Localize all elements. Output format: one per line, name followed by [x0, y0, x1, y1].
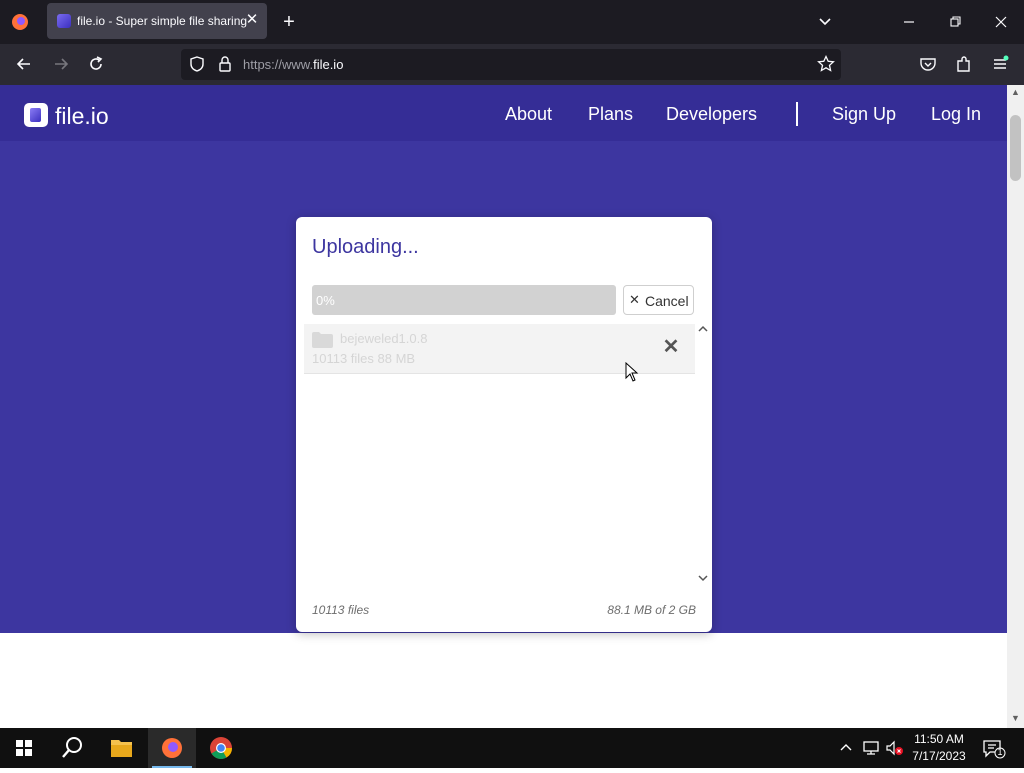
scroll-up-icon[interactable]: ▲: [1010, 87, 1021, 99]
upload-progress-text: 0%: [316, 293, 335, 308]
tab-title: file.io - Super simple file sharing: [77, 14, 248, 28]
notification-count: 1: [997, 747, 1003, 757]
network-icon[interactable]: [862, 739, 880, 757]
files-count: 10113 files: [312, 603, 370, 617]
window-minimize-icon[interactable]: [897, 10, 921, 34]
nav-link-log-in[interactable]: Log In: [931, 104, 981, 125]
windows-start-icon[interactable]: [0, 728, 48, 768]
new-tab-icon[interactable]: +: [278, 11, 300, 33]
site-header: file.io About Plans Developers Sign Up L…: [0, 85, 1007, 141]
page-scrollbar[interactable]: ▲ ▼: [1007, 85, 1024, 728]
logo-text[interactable]: file.io: [55, 103, 109, 130]
file-meta: 10113 files 88 MB: [312, 351, 416, 366]
folder-icon: [312, 332, 333, 348]
clock-time[interactable]: 11:50 AM: [906, 732, 972, 746]
notifications-icon[interactable]: 1: [982, 738, 1006, 760]
list-all-tabs-icon[interactable]: [814, 11, 836, 33]
page-content-area: [0, 633, 1007, 728]
fileio-favicon-icon: [57, 14, 71, 28]
firefox-view-icon[interactable]: [8, 10, 32, 34]
close-icon: ✕: [629, 292, 640, 307]
storage-usage: 88.1 MB of 2 GB: [607, 603, 696, 617]
app-menu-icon[interactable]: [989, 53, 1011, 75]
browser-tab-bar: file.io - Super simple file sharing ✕ +: [0, 0, 1024, 44]
scrollbar-thumb[interactable]: [1010, 115, 1021, 181]
upload-progress-bar: 0%: [312, 285, 616, 315]
url-prefix: https://www.: [243, 57, 314, 72]
url-bar[interactable]: https://www.file.io: [181, 49, 841, 80]
window-restore-icon[interactable]: [943, 10, 967, 34]
nav-link-plans[interactable]: Plans: [588, 104, 633, 125]
tab-close-icon[interactable]: ✕: [243, 9, 261, 31]
pocket-icon[interactable]: [917, 53, 939, 75]
remove-file-icon[interactable]: ✕: [662, 337, 680, 357]
forward-arrow-icon[interactable]: [50, 53, 72, 75]
file-explorer-icon[interactable]: [98, 728, 146, 768]
cancel-label: Cancel: [645, 293, 689, 309]
cancel-upload-button[interactable]: ✕ Cancel: [623, 285, 694, 315]
mouse-cursor-icon: [625, 361, 639, 382]
browser-nav-bar: https://www.file.io: [0, 44, 1024, 85]
nav-divider: [796, 102, 798, 126]
url-text[interactable]: https://www.file.io: [243, 57, 343, 72]
browser-tab-active[interactable]: file.io - Super simple file sharing ✕: [47, 3, 267, 39]
url-domain: file.io: [313, 57, 344, 72]
bookmark-star-icon[interactable]: [816, 54, 836, 74]
upload-dialog: Uploading... 0% ✕ Cancel bejeweled1.0.8 …: [296, 217, 712, 632]
nav-link-sign-up[interactable]: Sign Up: [832, 104, 896, 125]
clock-date[interactable]: 7/17/2023: [906, 749, 972, 763]
firefox-taskbar-icon[interactable]: [148, 728, 196, 768]
reload-icon[interactable]: [85, 53, 107, 75]
lock-icon[interactable]: [215, 54, 235, 74]
nav-link-about[interactable]: About: [505, 104, 552, 125]
chrome-taskbar-icon[interactable]: [197, 728, 245, 768]
back-arrow-icon[interactable]: [13, 53, 35, 75]
windows-taskbar: 11:50 AM 7/17/2023 1: [0, 728, 1024, 768]
fileio-logo-icon[interactable]: [24, 103, 48, 127]
volume-muted-icon[interactable]: [885, 739, 905, 757]
upload-title: Uploading...: [312, 236, 419, 258]
window-close-icon[interactable]: [989, 10, 1013, 34]
tracking-protection-shield-icon[interactable]: [187, 54, 207, 74]
nav-link-developers[interactable]: Developers: [666, 104, 757, 125]
scroll-down-icon[interactable]: ▼: [1010, 713, 1021, 725]
file-name: bejeweled1.0.8: [340, 331, 428, 346]
list-scroll-up-icon[interactable]: [698, 324, 708, 336]
chevron-up-icon[interactable]: [838, 740, 854, 756]
search-icon[interactable]: [48, 728, 96, 768]
extensions-puzzle-icon[interactable]: [953, 53, 975, 75]
list-scroll-down-icon[interactable]: [698, 573, 708, 585]
